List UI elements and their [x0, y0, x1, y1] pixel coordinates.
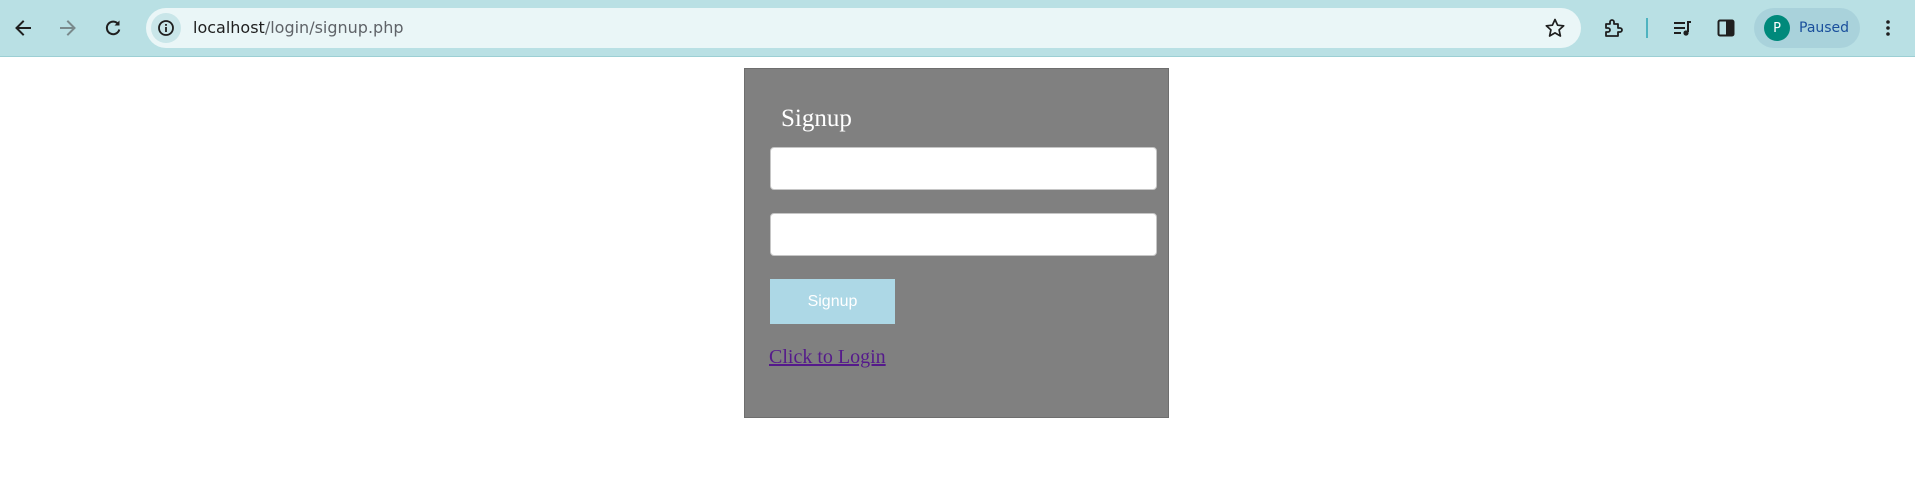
- url-text[interactable]: localhost/login/signup.php: [193, 8, 404, 48]
- extensions-icon: [1605, 19, 1623, 37]
- media-queue-button[interactable]: [1664, 10, 1700, 46]
- form-heading: Signup: [781, 105, 852, 132]
- address-bar[interactable]: localhost/login/signup.php: [146, 8, 1581, 48]
- profile-button[interactable]: P Paused: [1754, 8, 1860, 48]
- side-panel-icon: [1717, 19, 1735, 37]
- signup-form-panel: Signup Signup Click to Login: [744, 68, 1169, 418]
- media-queue-icon: [1674, 21, 1691, 36]
- avatar: P: [1764, 15, 1790, 41]
- reload-icon: [105, 20, 121, 36]
- side-panel-button[interactable]: [1708, 10, 1744, 46]
- extensions-button[interactable]: [1595, 10, 1631, 46]
- bookmark-button[interactable]: [1543, 16, 1567, 40]
- back-button[interactable]: [5, 10, 41, 46]
- menu-dots-icon: [1886, 20, 1890, 36]
- forward-arrow-icon: [60, 20, 76, 36]
- browser-menu-button[interactable]: [1870, 10, 1906, 46]
- forward-button[interactable]: [50, 10, 86, 46]
- toolbar-separator: [1646, 18, 1648, 38]
- profile-status: Paused: [1799, 20, 1850, 36]
- back-arrow-icon: [15, 20, 31, 36]
- username-input[interactable]: [770, 147, 1157, 190]
- signup-button[interactable]: Signup: [770, 279, 895, 324]
- site-info-icon: [158, 20, 174, 36]
- password-input[interactable]: [770, 213, 1157, 256]
- url-host: localhost: [193, 18, 265, 37]
- url-path: /login/signup.php: [264, 18, 404, 37]
- bookmark-star-icon: [1545, 18, 1565, 37]
- login-link[interactable]: Click to Login: [769, 346, 886, 369]
- site-info-button[interactable]: [151, 13, 181, 43]
- browser-toolbar: localhost/login/signup.php P Paused: [0, 0, 1915, 57]
- reload-button[interactable]: [95, 10, 131, 46]
